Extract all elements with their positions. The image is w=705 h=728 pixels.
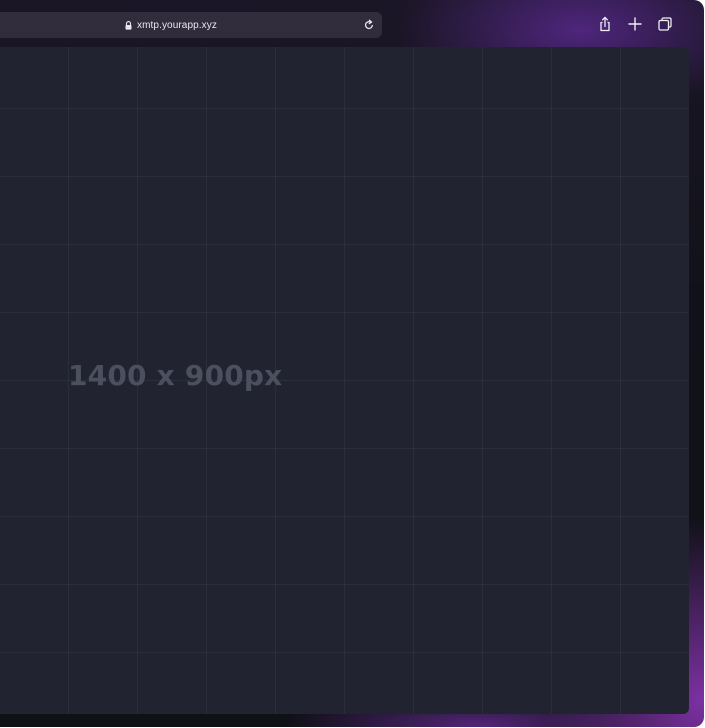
lock-icon (125, 20, 132, 30)
url-group[interactable]: xmtp.yourapp.xyz (125, 12, 217, 38)
viewport-size-label: 1400 x 900px (68, 359, 283, 392)
new-tab-icon[interactable] (627, 16, 643, 32)
content-viewport[interactable]: 1400 x 900px (0, 47, 689, 714)
tabs-overview-icon[interactable] (657, 16, 673, 32)
url-text[interactable]: xmtp.yourapp.xyz (137, 20, 217, 31)
address-bar[interactable]: xmtp.yourapp.xyz (0, 12, 382, 38)
browser-window: xmtp.yourapp.xyz 1400 x 900px (0, 0, 704, 727)
share-icon[interactable] (597, 16, 613, 32)
reload-icon[interactable] (363, 19, 375, 31)
